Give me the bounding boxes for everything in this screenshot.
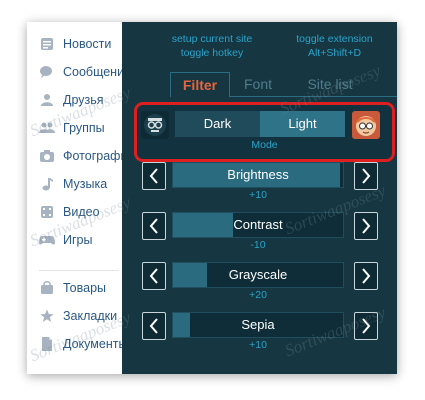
grayscale-control: Grayscale +20 [142,262,378,304]
grayscale-decrease-button[interactable] [142,262,166,290]
dark-mode-avatar-icon[interactable] [141,111,169,139]
nav-label: Закладки [63,309,118,323]
nav-item-music[interactable]: Музыка [39,174,107,194]
contrast-label: Contrast [233,217,283,232]
sepia-decrease-button[interactable] [142,312,166,340]
grayscale-increase-button[interactable] [354,262,378,290]
setup-site-link[interactable]: setup current site [157,33,267,45]
star-icon [39,308,55,324]
chevron-right-icon [362,168,371,184]
nav-item-video[interactable]: Видео [39,202,100,222]
nav-divider [39,270,119,271]
document-icon [39,336,55,352]
tab-font[interactable]: Font [236,72,280,96]
nav-item-friends[interactable]: Друзья [39,90,104,110]
brightness-slider[interactable]: Brightness [172,162,344,188]
nav-item-documents[interactable]: Документы [39,334,127,354]
grayscale-label: Grayscale [228,267,288,282]
chevron-left-icon [149,268,158,284]
chevron-right-icon [362,218,371,234]
newspaper-icon [39,36,55,52]
mode-option-dark[interactable]: Dark [175,111,260,137]
nav-item-bookmarks[interactable]: Закладки [39,306,117,326]
chevron-left-icon [149,168,158,184]
nav-label: Сообщения [63,65,131,79]
nav-item-photos[interactable]: Фотографии [39,146,134,166]
extension-panel: setup current site toggle hotkey toggle … [122,22,397,374]
nav-label: Товары [63,281,106,295]
nav-label: Друзья [63,93,104,107]
brightness-decrease-button[interactable] [142,162,166,190]
sepia-slider[interactable]: Sepia [172,312,344,338]
sepia-value: +10 [249,339,267,351]
mode-label: Mode [251,139,278,151]
film-icon [39,204,55,220]
nav-label: Группы [63,121,105,135]
nav-item-goods[interactable]: Товары [39,278,106,298]
sepia-control: Sepia +10 [142,312,378,354]
nav-label: Новости [63,37,112,51]
mode-toggle[interactable]: Dark Light [175,111,345,137]
gamepad-icon [39,232,55,248]
grayscale-value: +20 [249,289,267,301]
tab-filter[interactable]: Filter [170,72,230,97]
screenshot-frame: Новости Сообщения Друзья Группы Фотограф… [27,22,397,374]
nav-item-groups[interactable]: Группы [39,118,105,138]
chevron-left-icon [149,318,158,334]
shopping-bag-icon [39,280,55,296]
chevron-right-icon [362,318,371,334]
nav-label: Игры [63,233,93,247]
sepia-label: Sepia [241,317,275,332]
light-mode-avatar-icon[interactable] [352,111,380,139]
nav-item-news[interactable]: Новости [39,34,111,54]
nav-label: Документы [63,337,128,351]
brightness-control: Brightness +10 [142,162,378,204]
person-icon [39,92,55,108]
nav-item-messages[interactable]: Сообщения [39,62,131,82]
mode-highlight-box: Dark Light Mode [134,102,395,162]
contrast-decrease-button[interactable] [142,212,166,240]
tab-site-list[interactable]: Site list [290,72,370,96]
brightness-label: Brightness [227,167,289,182]
brightness-value: +10 [249,189,267,201]
grayscale-slider[interactable]: Grayscale [172,262,344,288]
chat-bubbles-icon [39,64,55,80]
toggle-extension-link[interactable]: toggle extension [282,33,387,45]
music-note-icon [39,176,55,192]
toggle-hotkey-link[interactable]: toggle hotkey [157,47,267,59]
contrast-increase-button[interactable] [354,212,378,240]
contrast-slider[interactable]: Contrast [172,212,344,238]
extension-hotkey-text: Alt+Shift+D [307,47,362,59]
group-icon [39,120,55,136]
tab-bar: Filter Font Site list [170,72,370,97]
sepia-increase-button[interactable] [354,312,378,340]
chevron-left-icon [149,218,158,234]
contrast-value: -10 [250,239,266,251]
nav-label: Музыка [63,177,108,191]
brightness-increase-button[interactable] [354,162,378,190]
chevron-right-icon [362,268,371,284]
nav-item-games[interactable]: Игры [39,230,92,250]
camera-icon [39,148,55,164]
vk-left-nav: Новости Сообщения Друзья Группы Фотограф… [27,22,134,374]
nav-label: Видео [63,205,100,219]
contrast-control: Contrast -10 [142,212,378,254]
mode-option-light[interactable]: Light [260,111,345,137]
